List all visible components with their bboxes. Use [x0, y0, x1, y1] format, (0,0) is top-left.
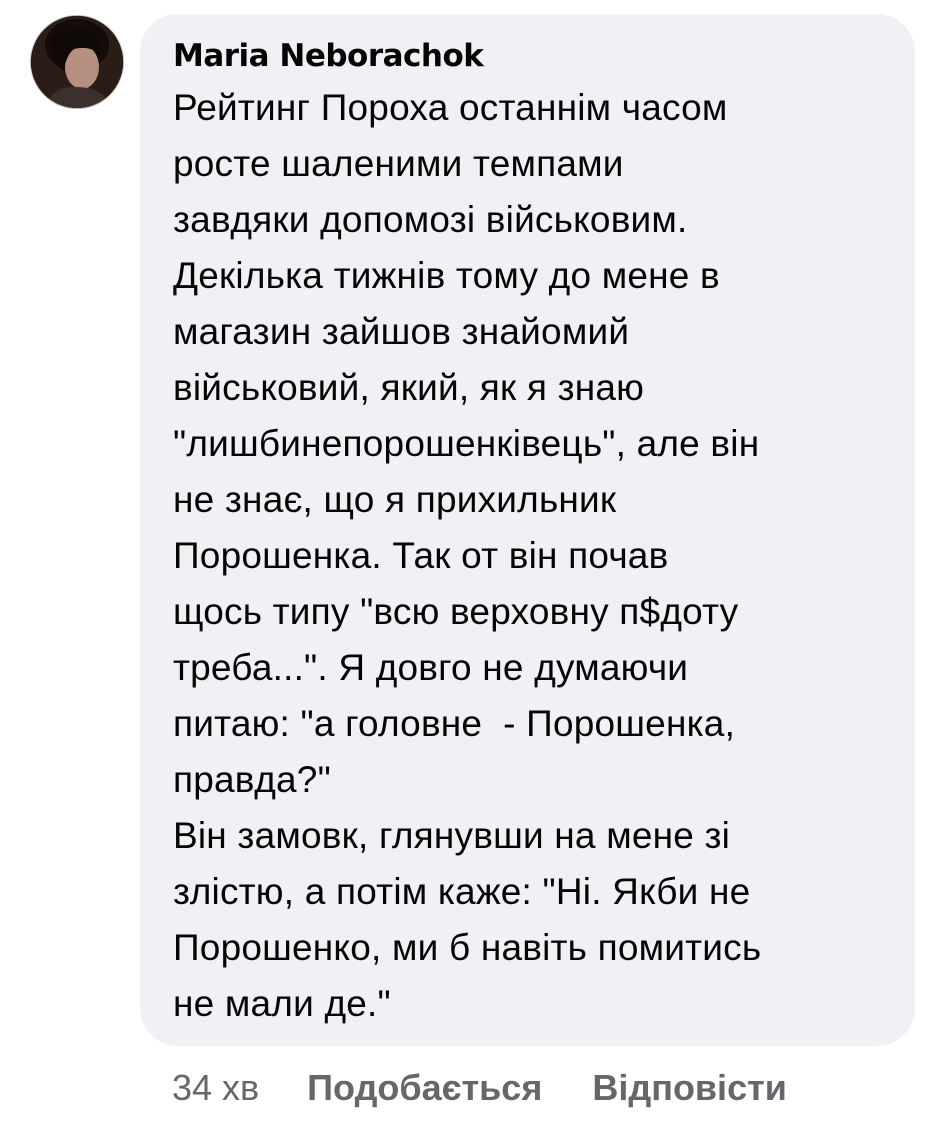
- comment-text-line: магазин зайшов знайомий: [173, 311, 630, 352]
- comment-actions: 34 хв Подобається Відповісти: [172, 1060, 837, 1116]
- like-button[interactable]: Подобається: [307, 1067, 542, 1109]
- comment-text: Рейтинг Пороха останнім часом росте шален…: [173, 80, 885, 1032]
- comment-text-line: Порошенка. Так от він почав: [173, 535, 669, 576]
- comment-text-line: Він замовк, глянувши на мене зі: [173, 815, 731, 856]
- comment-text-line: правда?": [173, 759, 331, 800]
- comment-text-line: треба...". Я довго не думаючи: [173, 647, 689, 688]
- reply-button[interactable]: Відповісти: [592, 1067, 787, 1109]
- comment-text-line: не знає, що я прихильник: [173, 479, 617, 520]
- comment-bubble: Maria Neborachok Рейтинг Пороха останнім…: [140, 14, 915, 1046]
- comment-author[interactable]: Maria Neborachok: [173, 36, 885, 76]
- comment-text-line: росте шаленими темпами: [173, 143, 624, 184]
- comment-text-line: завдяки допомозі військовим.: [173, 199, 688, 240]
- avatar[interactable]: [30, 15, 124, 109]
- comment-text-line: не мали де.": [173, 983, 391, 1024]
- comment-text-line: щось типу "всю верховну п$доту: [173, 591, 739, 632]
- comment-text-line: Порошенко, ми б навіть помитись: [173, 927, 762, 968]
- comment-text-line: питаю: "а головне - Порошенка,: [173, 703, 736, 744]
- user-avatar-photo-icon: [30, 15, 124, 109]
- comment-timestamp[interactable]: 34 хв: [172, 1067, 259, 1109]
- comment-text-line: злістю, а потім каже: "Ні. Якби не: [173, 871, 751, 912]
- comment-text-line: Декілька тижнів тому до мене в: [173, 255, 720, 296]
- comment-text-line: Рейтинг Пороха останнім часом: [173, 87, 728, 128]
- comment-text-line: військовий, який, як я знаю: [173, 367, 645, 408]
- comment-text-line: "лишбинепорошенківець", але він: [173, 423, 760, 464]
